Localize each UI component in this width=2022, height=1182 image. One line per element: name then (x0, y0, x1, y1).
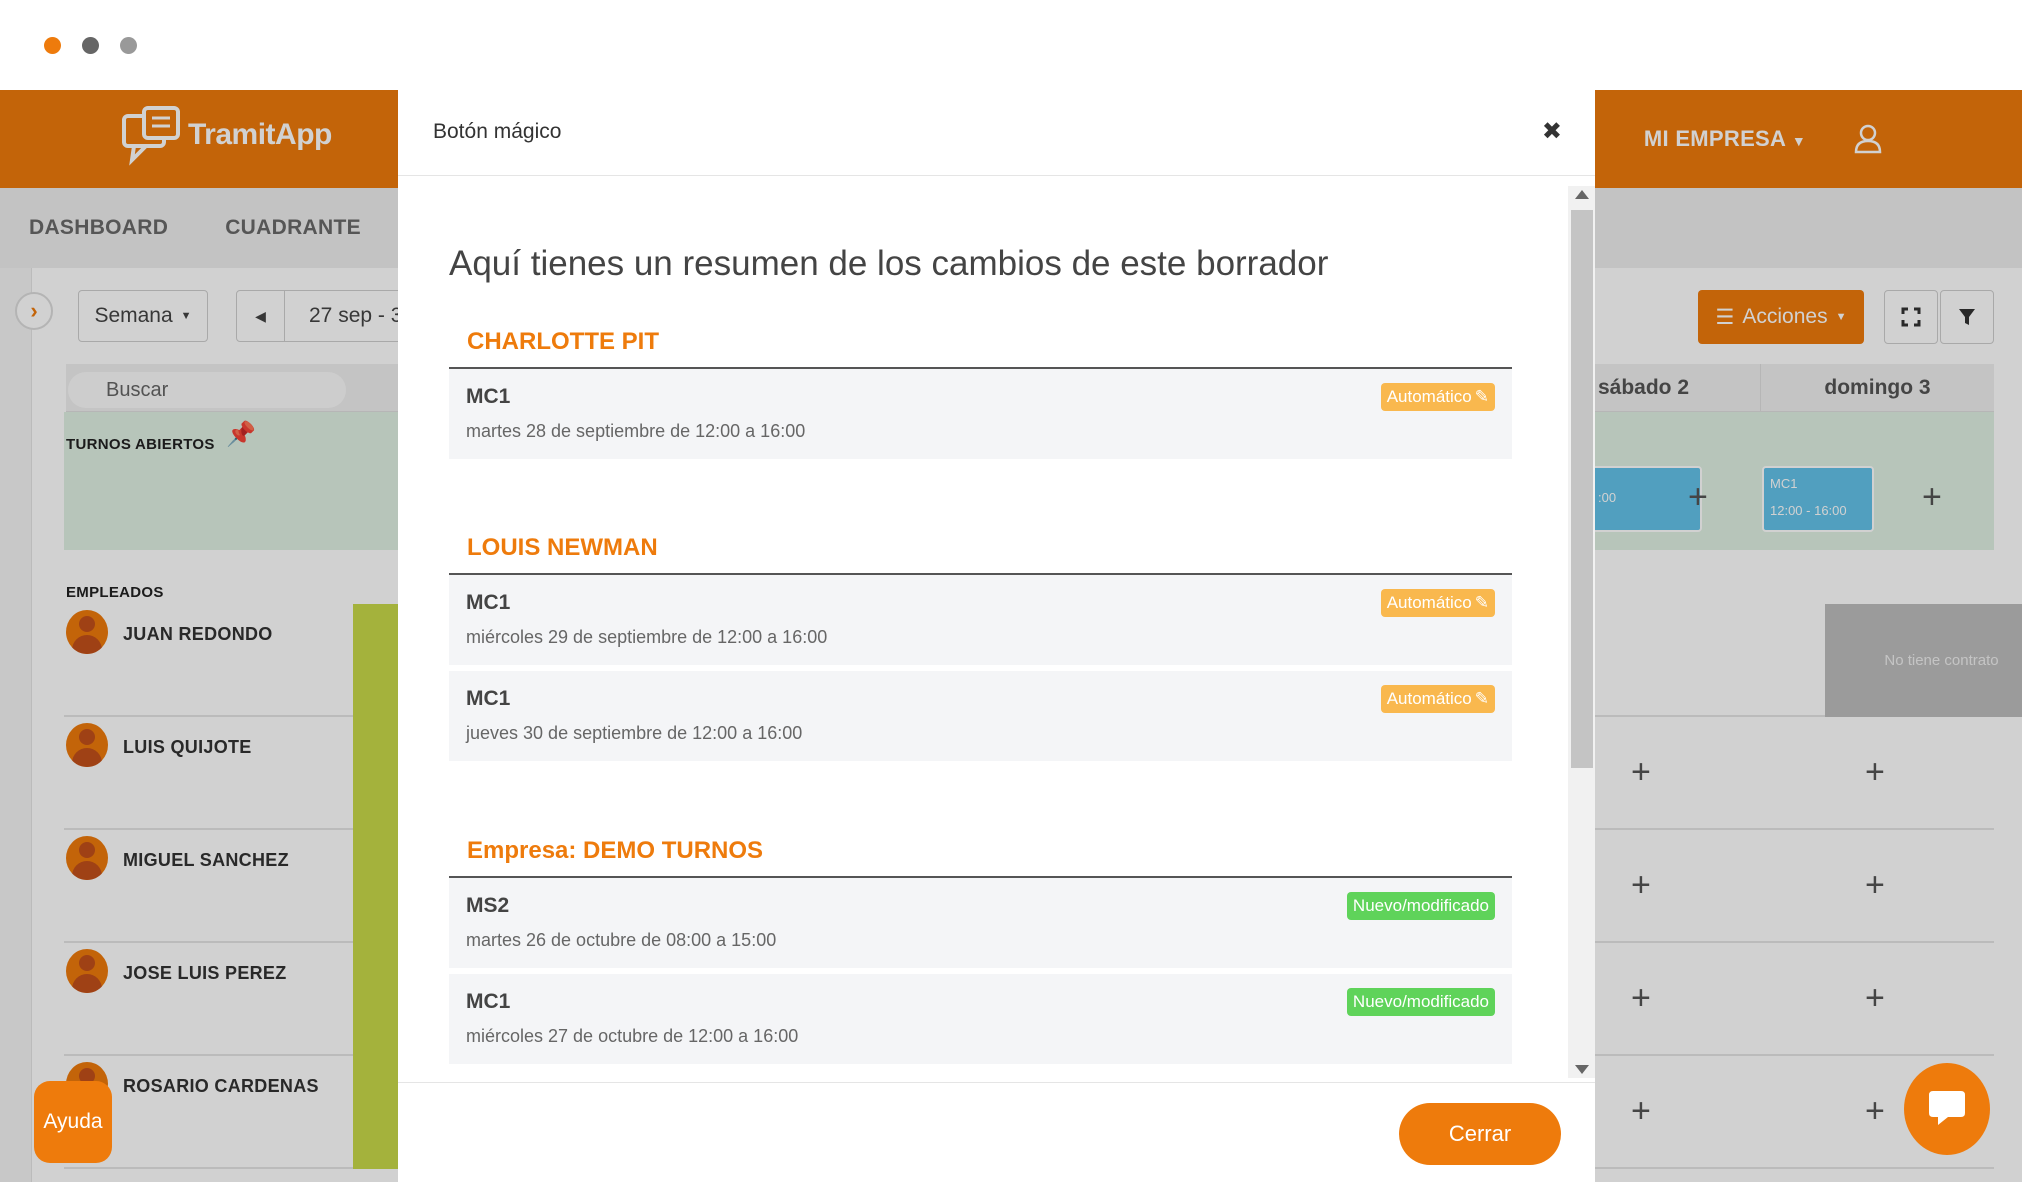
help-button[interactable]: Ayuda (34, 1081, 112, 1163)
window-maximize-dot[interactable] (120, 37, 137, 54)
status-badge: Nuevo/modificado (1346, 988, 1495, 1016)
badge-label: Automático (1386, 593, 1472, 612)
section-heading: LOUIS NEWMAN (467, 534, 658, 561)
magic-wand-icon: ✎ (1474, 593, 1489, 612)
change-item: MC1 miércoles 29 de septiembre de 12:00 … (449, 575, 1512, 665)
magic-button-modal: Botón mágico ✖ Aquí tienes un resumen de… (398, 90, 1595, 1182)
modal-footer: Cerrar (398, 1082, 1595, 1182)
shift-when: jueves 30 de septiembre de 12:00 a 16:00 (466, 723, 803, 743)
status-badge: Automático ✎ (1380, 383, 1495, 411)
close-button[interactable]: Cerrar (1399, 1103, 1561, 1165)
scroll-down-icon[interactable] (1575, 1065, 1589, 1074)
shift-when: martes 28 de septiembre de 12:00 a 16:00 (466, 421, 806, 441)
chat-icon (1929, 1091, 1965, 1125)
window-close-dot[interactable] (44, 37, 61, 54)
window-minimize-dot[interactable] (82, 37, 99, 54)
modal-body: Aquí tienes un resumen de los cambios de… (398, 176, 1568, 1082)
modal-header: Botón mágico ✖ (398, 90, 1595, 176)
change-item: MC1 martes 28 de septiembre de 12:00 a 1… (449, 369, 1512, 459)
status-badge: Automático ✎ (1380, 589, 1495, 617)
shift-code: MC1 (466, 990, 511, 1013)
magic-wand-icon: ✎ (1474, 387, 1489, 406)
scroll-thumb[interactable] (1571, 210, 1593, 768)
shift-code: MS2 (466, 894, 510, 917)
badge-label: Automático (1386, 689, 1472, 708)
change-item: MC1 miércoles 27 de octubre de 12:00 a 1… (449, 974, 1512, 1064)
change-item: MC1 jueves 30 de septiembre de 12:00 a 1… (449, 671, 1512, 761)
shift-when: miércoles 27 de octubre de 12:00 a 16:00 (466, 1026, 799, 1046)
summary-title: Aquí tienes un resumen de los cambios de… (449, 244, 1329, 283)
window-titlebar (0, 0, 2022, 90)
shift-code: MC1 (466, 687, 511, 710)
modal-title: Botón mágico (433, 120, 562, 143)
scroll-up-icon[interactable] (1575, 190, 1589, 199)
section-heading: Empresa: DEMO TURNOS (467, 837, 764, 864)
modal-scrollbar[interactable] (1568, 186, 1595, 1078)
change-item: MS2 martes 26 de octubre de 08:00 a 15:0… (449, 878, 1512, 968)
close-icon[interactable]: ✖ (1542, 117, 1562, 146)
shift-when: martes 26 de octubre de 08:00 a 15:00 (466, 930, 777, 950)
status-badge: Automático ✎ (1380, 685, 1495, 713)
magic-wand-icon: ✎ (1474, 689, 1489, 708)
shift-code: MC1 (466, 591, 511, 614)
shift-code: MC1 (466, 385, 511, 408)
status-badge: Nuevo/modificado (1346, 892, 1495, 920)
section-heading: CHARLOTTE PIT (467, 328, 659, 355)
chat-button[interactable] (1904, 1063, 1990, 1155)
badge-label: Automático (1386, 387, 1472, 406)
shift-when: miércoles 29 de septiembre de 12:00 a 16… (466, 627, 828, 647)
